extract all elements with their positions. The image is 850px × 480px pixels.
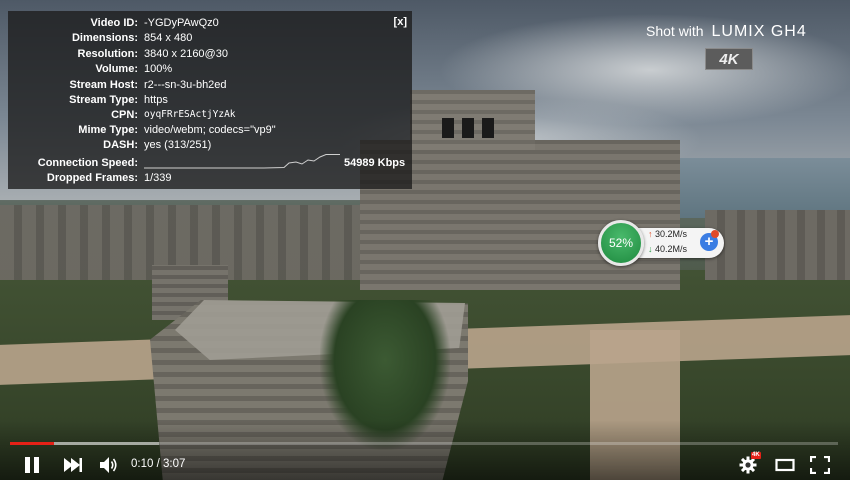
stats-row-resolution: Resolution: 3840 x 2160@30 [8, 47, 412, 61]
stats-value: 100% [144, 63, 173, 75]
temple-door [482, 118, 494, 138]
ruin-right [705, 210, 850, 280]
download-speed: ↓ 40.2M/s [648, 244, 687, 254]
temple-door [462, 118, 474, 138]
stats-label: Stream Host: [69, 79, 138, 91]
speed-meter-widget[interactable]: 52% ↑ 30.2M/s ↓ 40.2M/s + [598, 220, 724, 266]
stats-label: Resolution: [77, 48, 139, 60]
time-separator: / [153, 458, 163, 470]
stats-value: oyqFRrESActjYzAk [144, 109, 236, 120]
connection-speed-graph [144, 154, 340, 169]
stats-row-stream-type: Stream Type: https [8, 93, 412, 107]
stats-value: 3840 x 2160@30 [144, 48, 228, 60]
stats-row-mime-type: Mime Type: video/webm; codecs="vp9" [8, 123, 412, 137]
stats-label: Dimensions: [71, 32, 138, 44]
theater-mode-icon[interactable] [775, 456, 795, 474]
stats-row-connection-speed: Connection Speed: 54989 Kbps [8, 154, 412, 170]
quality-badge: 4K [751, 452, 761, 459]
fullscreen-icon[interactable] [810, 456, 830, 474]
watermark-brand: LUMIX GH4 [711, 23, 807, 40]
stats-label: DASH: [103, 139, 138, 151]
temple-door [442, 118, 454, 138]
stats-row-dimensions: Dimensions: 854 x 480 [8, 31, 412, 45]
stats-value: 54989 Kbps [344, 157, 406, 169]
progress-played [10, 442, 54, 445]
volume-icon[interactable] [99, 456, 119, 474]
stats-row-dropped-frames: Dropped Frames: 1/339 [8, 171, 412, 185]
stats-row-video-id: Video ID: -YGDyPAwQz0 [8, 16, 412, 30]
upload-arrow-icon: ↑ [648, 229, 653, 239]
stats-value: -YGDyPAwQz0 [144, 17, 219, 29]
upload-speed: ↑ 30.2M/s [648, 229, 687, 239]
stats-label: Stream Type: [69, 94, 138, 106]
stats-value: yes (313/251) [144, 139, 212, 151]
download-arrow-icon: ↓ [648, 244, 653, 254]
stats-label: Dropped Frames: [46, 172, 138, 184]
upload-speed-value: 30.2M/s [655, 229, 688, 239]
stats-label: Volume: [95, 63, 138, 75]
camera-watermark: Shot with LUMIX GH4 [646, 23, 807, 41]
controls-gradient [0, 420, 850, 480]
widget-notification-dot [711, 230, 719, 238]
stats-row-stream-host: Stream Host: r2---sn-3u-bh2ed [8, 78, 412, 92]
stats-value: r2---sn-3u-bh2ed [144, 79, 227, 91]
stats-row-dash: DASH: yes (313/251) [8, 138, 412, 152]
stats-value: video/webm; codecs="vp9" [144, 124, 276, 136]
stats-value: 854 x 480 [144, 32, 193, 44]
pause-icon[interactable] [24, 456, 40, 474]
time-display: 0:10 / 3:07 [131, 458, 185, 470]
stats-label: Video ID: [90, 17, 138, 29]
stats-row-cpn: CPN: oyqFRrESActjYzAk [8, 108, 412, 122]
stats-value: 1/339 [144, 172, 172, 184]
stats-label: Connection Speed: [37, 157, 138, 169]
download-speed-value: 40.2M/s [655, 244, 688, 254]
current-time: 0:10 [131, 458, 154, 470]
duration: 3:07 [162, 458, 186, 470]
next-icon[interactable] [63, 456, 83, 474]
watermark-4k-badge: 4K [705, 48, 753, 70]
speed-meter-percent: 52% [598, 220, 644, 266]
stats-label: CPN: [111, 109, 138, 121]
watermark-shot-with: Shot with [646, 23, 704, 39]
stats-for-nerds-panel: [x] Video ID: -YGDyPAwQz0 Dimensions: 85… [8, 11, 412, 189]
stats-value: https [144, 94, 168, 106]
stats-row-volume: Volume: 100% [8, 62, 412, 76]
stats-label: Mime Type: [78, 124, 138, 136]
progress-bar[interactable] [10, 442, 838, 445]
